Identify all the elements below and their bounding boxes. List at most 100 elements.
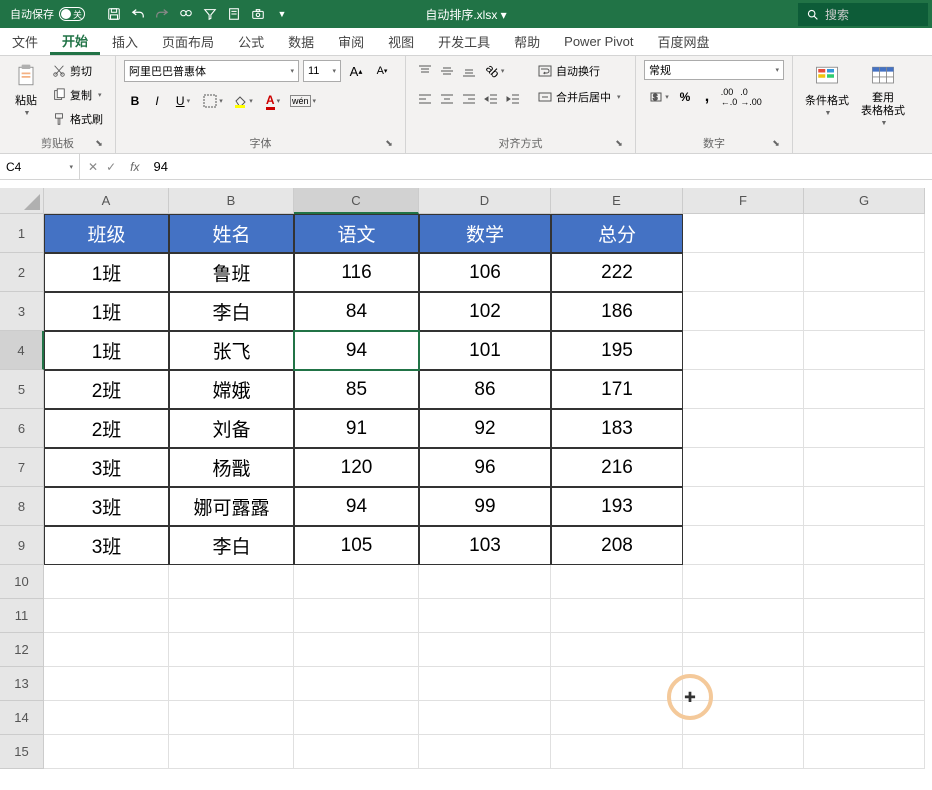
formula-input[interactable]: 94 <box>145 159 932 174</box>
row-header-8[interactable]: 8 <box>0 487 44 526</box>
row-header-2[interactable]: 2 <box>0 253 44 292</box>
cell-F7[interactable] <box>683 448 804 487</box>
tab-开始[interactable]: 开始 <box>50 28 100 55</box>
number-format-combo[interactable]: 常规▾ <box>644 60 784 80</box>
cell-B2[interactable]: 鲁班 <box>169 253 294 292</box>
tab-页面布局[interactable]: 页面布局 <box>150 28 226 55</box>
col-header-D[interactable]: D <box>419 188 551 214</box>
cell-F3[interactable] <box>683 292 804 331</box>
cell-D15[interactable] <box>419 735 551 769</box>
form-icon[interactable] <box>223 3 245 25</box>
row-header-3[interactable]: 3 <box>0 292 44 331</box>
cell-C13[interactable] <box>294 667 419 701</box>
cell-E9[interactable]: 208 <box>551 526 683 565</box>
cell-F10[interactable] <box>683 565 804 599</box>
cell-E8[interactable]: 193 <box>551 487 683 526</box>
number-launcher[interactable]: ⬊ <box>770 137 782 149</box>
cell-G8[interactable] <box>804 487 925 526</box>
cell-D8[interactable]: 99 <box>419 487 551 526</box>
tab-视图[interactable]: 视图 <box>376 28 426 55</box>
qat-dropdown-icon[interactable]: ▼ <box>271 3 293 25</box>
accounting-format-icon[interactable]: $▾ <box>644 86 674 108</box>
row-header-1[interactable]: 1 <box>0 214 44 253</box>
cell-E14[interactable] <box>551 701 683 735</box>
italic-button[interactable]: I <box>146 90 168 112</box>
cell-G15[interactable] <box>804 735 925 769</box>
cell-G10[interactable] <box>804 565 925 599</box>
cell-G9[interactable] <box>804 526 925 565</box>
cell-D2[interactable]: 106 <box>419 253 551 292</box>
row-header-13[interactable]: 13 <box>0 667 44 701</box>
cell-G2[interactable] <box>804 253 925 292</box>
cell-D11[interactable] <box>419 599 551 633</box>
fill-color-button[interactable]: ▾ <box>228 90 258 112</box>
cell-B12[interactable] <box>169 633 294 667</box>
cell-E12[interactable] <box>551 633 683 667</box>
cell-E15[interactable] <box>551 735 683 769</box>
cell-B15[interactable] <box>169 735 294 769</box>
cell-F1[interactable] <box>683 214 804 253</box>
cell-C7[interactable]: 120 <box>294 448 419 487</box>
cell-B13[interactable] <box>169 667 294 701</box>
bold-button[interactable]: B <box>124 90 146 112</box>
row-header-10[interactable]: 10 <box>0 565 44 599</box>
col-header-C[interactable]: C <box>294 188 419 214</box>
name-box[interactable]: C4▾ <box>0 154 80 179</box>
cell-C2[interactable]: 116 <box>294 253 419 292</box>
cell-E7[interactable]: 216 <box>551 448 683 487</box>
cell-G6[interactable] <box>804 409 925 448</box>
row-header-12[interactable]: 12 <box>0 633 44 667</box>
undo-icon[interactable] <box>127 3 149 25</box>
cell-F13[interactable] <box>683 667 804 701</box>
tab-审阅[interactable]: 审阅 <box>326 28 376 55</box>
cell-G13[interactable] <box>804 667 925 701</box>
cell-E1[interactable]: 总分 <box>551 214 683 253</box>
merge-center-button[interactable]: 合并后居中▾ <box>534 86 625 108</box>
cancel-icon[interactable]: ✕ <box>88 160 98 174</box>
row-header-9[interactable]: 9 <box>0 526 44 565</box>
cell-G1[interactable] <box>804 214 925 253</box>
tab-数据[interactable]: 数据 <box>276 28 326 55</box>
cell-E6[interactable]: 183 <box>551 409 683 448</box>
border-button[interactable]: ▾ <box>198 90 228 112</box>
cell-B7[interactable]: 杨戬 <box>169 448 294 487</box>
cell-A9[interactable]: 3班 <box>44 526 169 565</box>
cell-A15[interactable] <box>44 735 169 769</box>
cell-A8[interactable]: 3班 <box>44 487 169 526</box>
cell-C1[interactable]: 语文 <box>294 214 419 253</box>
cell-E2[interactable]: 222 <box>551 253 683 292</box>
align-right-icon[interactable] <box>458 88 480 110</box>
copy-button[interactable]: 复制▾ <box>48 84 107 106</box>
autosave-toggle[interactable]: 自动保存 关 <box>0 6 95 22</box>
cell-A13[interactable] <box>44 667 169 701</box>
decrease-font-icon[interactable]: A▾ <box>371 60 393 82</box>
cell-F6[interactable] <box>683 409 804 448</box>
cell-D10[interactable] <box>419 565 551 599</box>
cell-F11[interactable] <box>683 599 804 633</box>
filter-icon[interactable] <box>199 3 221 25</box>
col-header-F[interactable]: F <box>683 188 804 214</box>
cell-E3[interactable]: 186 <box>551 292 683 331</box>
cell-C14[interactable] <box>294 701 419 735</box>
cell-B3[interactable]: 李白 <box>169 292 294 331</box>
cell-C9[interactable]: 105 <box>294 526 419 565</box>
decrease-decimal-icon[interactable]: .0→.00 <box>740 86 762 108</box>
cell-C12[interactable] <box>294 633 419 667</box>
toggle-switch[interactable]: 关 <box>59 7 85 21</box>
clipboard-launcher[interactable]: ⬊ <box>93 137 105 149</box>
cell-C4[interactable]: 94 <box>294 331 419 370</box>
cell-A10[interactable] <box>44 565 169 599</box>
font-size-combo[interactable]: 11▾ <box>303 60 341 82</box>
tab-百度网盘[interactable]: 百度网盘 <box>646 28 722 55</box>
font-color-button[interactable]: A▾ <box>258 90 288 112</box>
align-launcher[interactable]: ⬊ <box>613 137 625 149</box>
cell-D5[interactable]: 86 <box>419 370 551 409</box>
cell-G11[interactable] <box>804 599 925 633</box>
cell-C8[interactable]: 94 <box>294 487 419 526</box>
align-center-icon[interactable] <box>436 88 458 110</box>
cell-C6[interactable]: 91 <box>294 409 419 448</box>
cell-B5[interactable]: 嫦娥 <box>169 370 294 409</box>
align-left-icon[interactable] <box>414 88 436 110</box>
cell-G4[interactable] <box>804 331 925 370</box>
tab-帮助[interactable]: 帮助 <box>502 28 552 55</box>
